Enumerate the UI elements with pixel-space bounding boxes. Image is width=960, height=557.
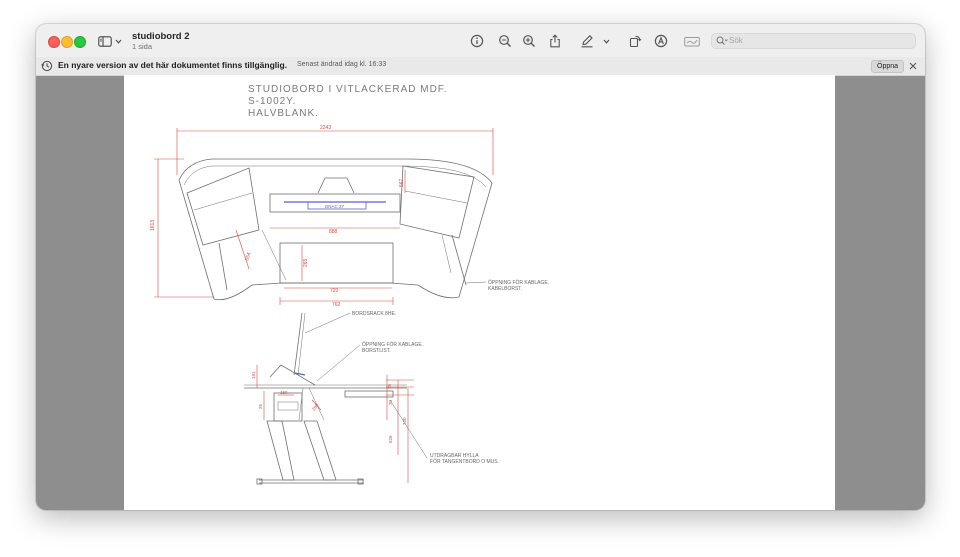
share-button[interactable] [546,32,564,50]
side-dim-6: 626 [388,435,393,443]
markup-button[interactable] [578,32,596,50]
title-bar: studiobord 2 1 sida Sök [36,24,925,58]
open-version-button[interactable]: Öppna [871,60,905,73]
leader-line [465,281,487,284]
markup-pen-icon [581,35,593,48]
zoom-out-button[interactable] [496,32,514,50]
preview-window: studiobord 2 1 sida Sök En nyare version… [36,24,925,510]
technical-drawing: STUDIOBORD I VITLACKERAD MDF. S-1002Y. H… [150,84,549,485]
info-button[interactable] [468,32,486,50]
modified-timestamp: Senast ändrad idag kl. 16:33 [297,61,387,68]
desk-side-view [244,312,407,485]
chevron-down-icon [115,39,122,44]
dim-side-diag: 554 [244,252,252,262]
annotation-cable-opening-2: KABELBORST. [488,286,522,292]
side-dim-8: 280 [311,402,320,411]
side-view-leaders [304,312,428,459]
dim-center-h: 265 [303,258,309,267]
annotation-keyboard-shelf-2: FÖR TANGENTBORD O MUS. [430,458,499,465]
close-window-button[interactable] [48,36,60,48]
side-dim-3: 150 [280,390,288,395]
dim-inner-width: 720 [330,288,339,294]
signature-box-icon [684,37,700,47]
document-title: studiobord 2 [132,31,190,42]
close-icon[interactable] [908,61,918,71]
version-history-icon [41,60,53,72]
dim-side-right: 567 [399,178,405,187]
dim-height-left: 1613 [150,220,156,231]
rotate-icon [629,35,642,48]
sidebar-icon [98,35,112,47]
side-view-dimensions [256,365,414,483]
zoom-in-button[interactable] [520,32,538,50]
page-count: 1 sida [132,42,153,51]
dim-overall-width: 2243 [320,125,331,131]
document-page: STUDIOBORD I VITLACKERAD MDF. S-1002Y. H… [124,75,835,510]
zoom-out-icon [499,35,511,47]
drawing-title-line-2: S-1002Y. [248,96,296,107]
annotation-desk-rack: BORDSRACK 8HE. [352,311,396,317]
dim-base-width: 762 [332,302,341,308]
top-view-dimension-labels: 2243 1613 567 888 554 265 720 762 [150,125,405,308]
share-icon [550,34,560,48]
dim-keyboard: 888 [329,229,338,235]
sidebar-toggle-button[interactable] [98,33,124,49]
search-field[interactable]: Sök [711,33,916,49]
annotation-cable-strip-2: BORSTLIST. [362,348,391,354]
zoom-window-button[interactable] [74,36,86,48]
side-dim-1: 191 [251,371,256,379]
annotation-cable-strip-1: ÖPPNING FÖR KABLAGE. [362,341,423,348]
side-dim-2: 25 [258,403,263,409]
rotate-button[interactable] [626,32,644,50]
side-dim-4: 75 [387,383,392,389]
center-device-label: DNAC 27 [325,204,345,209]
annotate-icon [654,34,668,48]
annotate-button[interactable] [652,32,670,50]
annotation-cable-opening-1: ÖPPNING FÖR KABLAGE. [488,279,549,286]
signature-button[interactable] [682,32,702,50]
minimize-window-button[interactable] [61,36,73,48]
info-icon [470,34,484,48]
version-info-bar: En nyare version av det här dokumentet f… [36,57,925,76]
drawing-title-line-1: STUDIOBORD I VITLACKERAD MDF. [248,84,448,95]
side-dim-5: 730 [402,417,407,425]
markup-menu-button[interactable] [600,32,612,50]
drawing-title-line-3: HALVBLANK. [248,108,319,119]
top-view-dimensions [154,128,494,305]
search-placeholder: Sök [729,36,743,45]
zoom-in-icon [523,35,535,47]
version-message: En nyare version av det här dokumentet f… [58,60,288,70]
chevron-down-icon [603,39,609,44]
search-icon [716,36,728,45]
